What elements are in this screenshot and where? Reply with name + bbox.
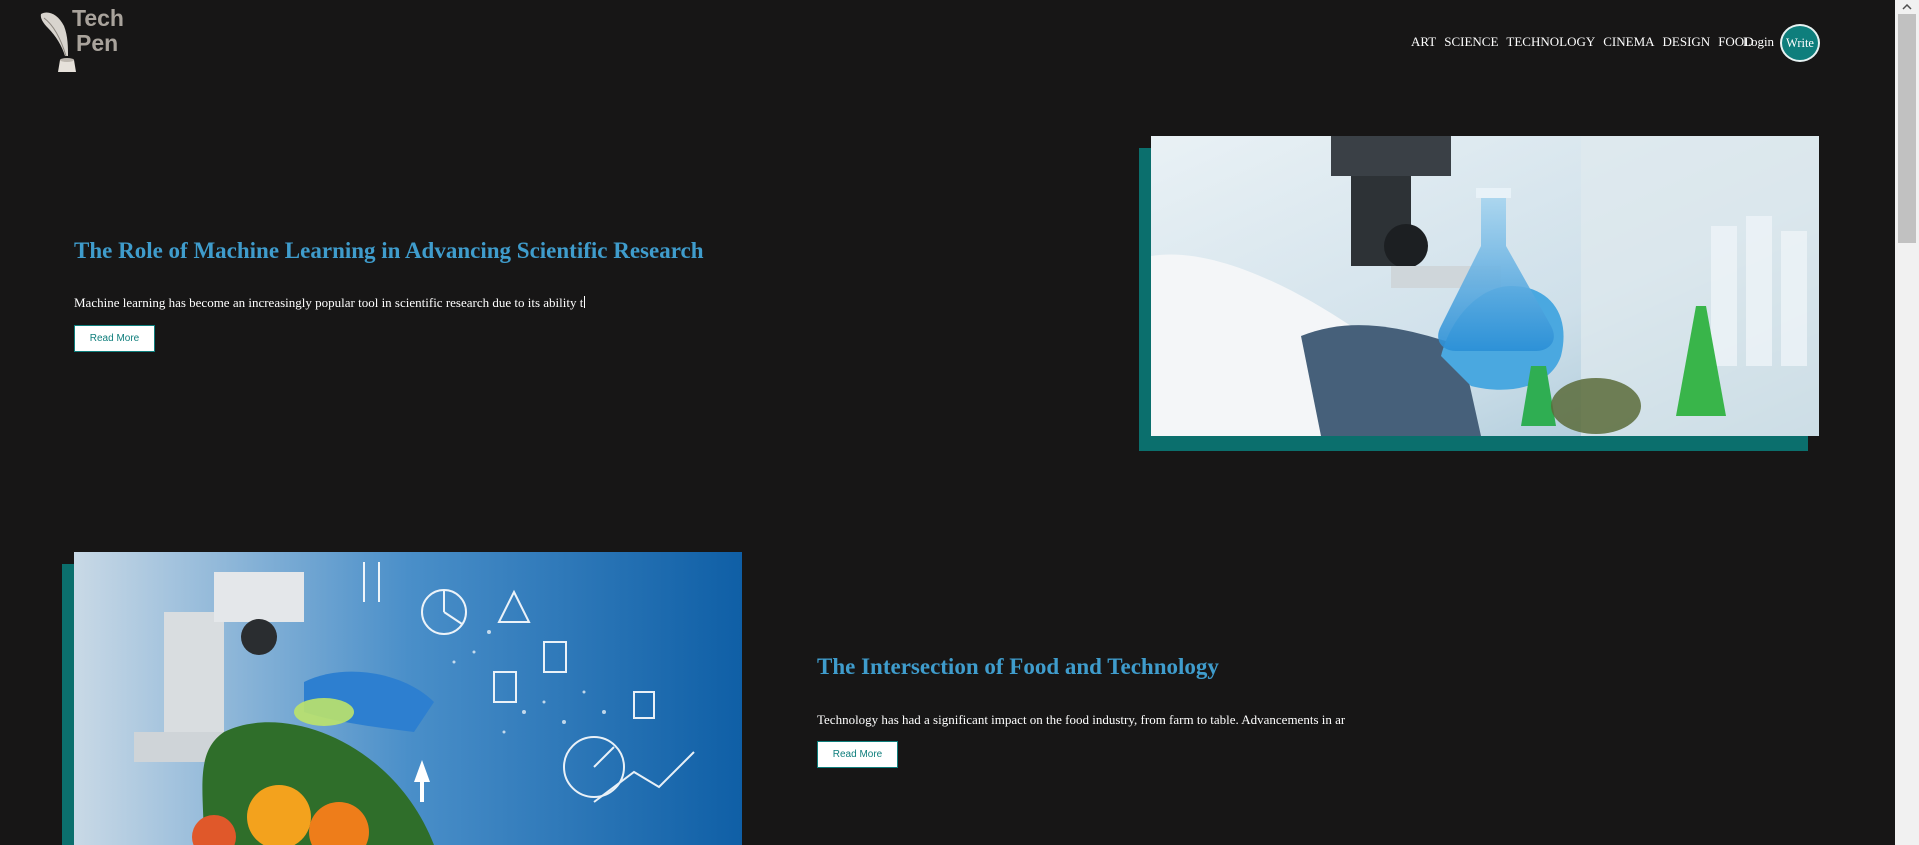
article-excerpt-text: Machine learning has become an increasin… xyxy=(74,295,584,310)
article-image-food-tech[interactable] xyxy=(74,552,742,845)
scrollbar-thumb[interactable] xyxy=(1898,14,1916,243)
scroll-up-button[interactable] xyxy=(1895,0,1919,14)
article-excerpt: Machine learning has become an increasin… xyxy=(74,295,586,311)
nav-link-technology[interactable]: TECHNOLOGY xyxy=(1506,34,1595,50)
article-title[interactable]: The Intersection of Food and Technology xyxy=(817,654,1219,680)
nav-link-art[interactable]: ART xyxy=(1411,34,1436,50)
vertical-scrollbar[interactable] xyxy=(1895,0,1919,845)
read-more-button[interactable]: Read More xyxy=(74,325,155,352)
article-title[interactable]: The Role of Machine Learning in Advancin… xyxy=(74,238,704,264)
food-tech-illustration xyxy=(74,552,742,845)
logo-text: Tech Pen xyxy=(72,6,124,56)
nav-link-science[interactable]: SCIENCE xyxy=(1444,34,1498,50)
login-link[interactable]: Login xyxy=(1743,34,1774,50)
article-excerpt: Technology has had a significant impact … xyxy=(817,712,1346,727)
image-shadow xyxy=(62,564,74,845)
lab-flask-illustration xyxy=(1151,136,1819,436)
read-more-button[interactable]: Read More xyxy=(817,741,898,768)
text-caret xyxy=(584,296,586,308)
article-image-lab-flask[interactable] xyxy=(1151,136,1819,436)
nav-link-design[interactable]: DESIGN xyxy=(1663,34,1711,50)
site-header: Tech Pen ART SCIENCE TECHNOLOGY CINEMA D… xyxy=(0,0,1895,85)
logo-line-2: Pen xyxy=(76,30,119,56)
nav-link-cinema[interactable]: CINEMA xyxy=(1603,34,1654,50)
logo-line-1: Tech xyxy=(72,5,124,31)
scroll-up-icon xyxy=(1902,4,1912,10)
logo[interactable]: Tech Pen xyxy=(38,4,128,74)
write-button[interactable]: Write xyxy=(1780,24,1820,62)
main-nav: ART SCIENCE TECHNOLOGY CINEMA DESIGN FOO… xyxy=(1411,34,1754,50)
